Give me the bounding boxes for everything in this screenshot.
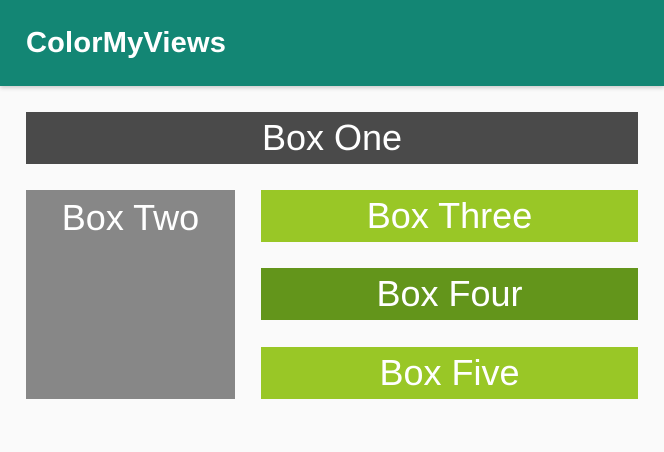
box-four[interactable]: Box Four (261, 268, 638, 320)
app-bar: ColorMyViews (0, 0, 664, 86)
box-three[interactable]: Box Three (261, 190, 638, 242)
box-five[interactable]: Box Five (261, 347, 638, 399)
box-two[interactable]: Box Two (26, 190, 235, 399)
box-one[interactable]: Box One (26, 112, 638, 164)
app-title: ColorMyViews (26, 27, 227, 59)
